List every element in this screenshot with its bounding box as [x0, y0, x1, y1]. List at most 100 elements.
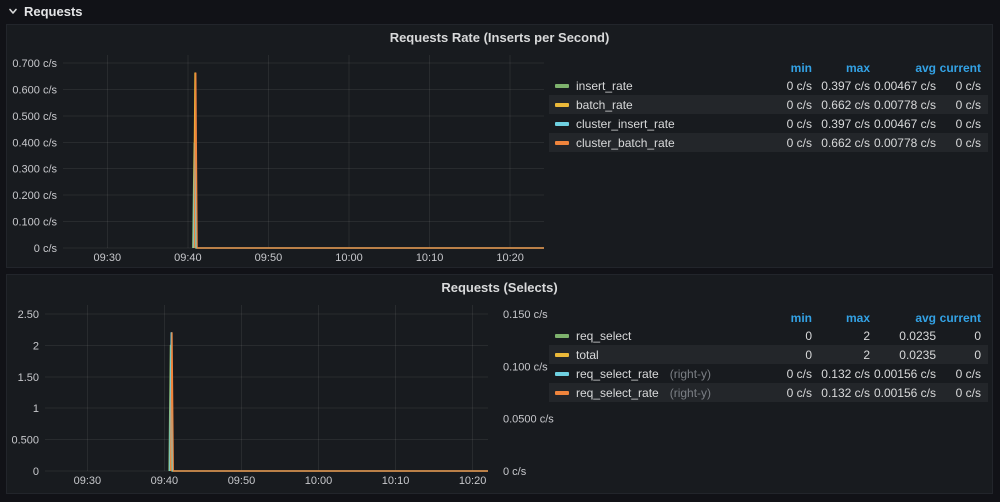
series-name[interactable]: cluster_batch_rate: [576, 136, 675, 150]
legend-value-current: 0 c/s: [936, 367, 988, 381]
legend-value-min: 0 c/s: [752, 98, 812, 112]
legend-value-avg: 0.0235: [870, 329, 936, 343]
x-axis-tick-label: 10:10: [382, 475, 410, 487]
y-axis-tick-label: 0.500 c/s: [12, 111, 57, 123]
legend-col-header-avg[interactable]: avg: [870, 311, 936, 325]
series-color-swatch: [555, 391, 569, 395]
panel-title[interactable]: Requests Rate (Inserts per Second): [7, 30, 992, 45]
series-name[interactable]: req_select: [576, 329, 631, 343]
legend-series-cell: cluster_batch_rate: [549, 136, 752, 150]
chevron-down-icon: [7, 5, 19, 17]
y-axis-tick-label: 0.200 c/s: [12, 190, 57, 202]
series-name[interactable]: total: [576, 348, 599, 362]
series-name[interactable]: insert_rate: [576, 79, 633, 93]
legend-header-row: minmaxavgcurrent: [549, 59, 988, 76]
series-line-req_select_rate: [170, 333, 488, 471]
x-axis-tick-label: 10:10: [416, 252, 444, 264]
legend-value-max: 0.397 c/s: [812, 117, 870, 131]
y-axis-tick-label: 1.50: [18, 372, 39, 384]
y-axis-tick-label: 0: [33, 466, 39, 478]
x-axis-tick-label: 09:30: [74, 475, 102, 487]
legend-series-cell: req_select_rate (right-y): [549, 367, 752, 381]
legend-value-current: 0 c/s: [936, 386, 988, 400]
x-axis-tick-label: 10:00: [305, 475, 333, 487]
y-axis-tick-label: 0.100 c/s: [12, 217, 57, 229]
legend-col-header-max[interactable]: max: [812, 311, 870, 325]
legend-row-batch_rate[interactable]: batch_rate0 c/s0.662 c/s0.00778 c/s0 c/s: [549, 95, 988, 114]
y-axis-tick-label: 0 c/s: [34, 243, 58, 255]
legend-row-total[interactable]: total020.02350: [549, 345, 988, 364]
legend-series-cell: batch_rate: [549, 98, 752, 112]
series-name[interactable]: req_select_rate: [576, 367, 659, 381]
series-name[interactable]: batch_rate: [576, 98, 633, 112]
series-axis-suffix: (right-y): [670, 367, 711, 381]
legend-col-header-avg[interactable]: avg: [870, 61, 936, 75]
x-axis-tick-label: 09:40: [174, 252, 202, 264]
y-axis-tick-label: 2.50: [18, 309, 39, 321]
panel-requests-rate: Requests Rate (Inserts per Second) 0.700…: [6, 24, 993, 268]
legend-value-min: 0 c/s: [752, 117, 812, 131]
x-axis-tick-label: 09:30: [94, 252, 122, 264]
series-color-swatch: [555, 122, 569, 126]
legend-value-min: 0 c/s: [752, 386, 812, 400]
requests-rate-chart[interactable]: 0.700 c/s0.600 c/s0.500 c/s0.400 c/s0.30…: [7, 45, 559, 269]
legend-value-max: 2: [812, 329, 870, 343]
row-title: Requests: [24, 4, 83, 19]
legend-row-req_select_rate[interactable]: req_select_rate(right-y)0 c/s0.132 c/s0.…: [549, 364, 988, 383]
legend-value-current: 0 c/s: [936, 117, 988, 131]
legend-value-max: 0.662 c/s: [812, 98, 870, 112]
legend-value-avg: 0.00467 c/s: [870, 117, 936, 131]
legend-series-cell: req_select: [549, 329, 752, 343]
legend-table: minmaxavgcurrentreq_select020.02350total…: [549, 309, 988, 402]
legend-value-min: 0 c/s: [752, 79, 812, 93]
panel-requests-selects: Requests (Selects) 2.5021.5010.50000.150…: [6, 274, 993, 494]
x-axis-tick-label: 10:00: [335, 252, 363, 264]
x-axis-tick-label: 09:40: [151, 475, 179, 487]
legend-col-header-current[interactable]: current: [936, 61, 988, 75]
requests-selects-chart[interactable]: 2.5021.5010.50000.150 c/s0.100 c/s0.0500…: [7, 295, 559, 495]
legend-col-header-min[interactable]: min: [752, 311, 812, 325]
legend-value-max: 0.397 c/s: [812, 79, 870, 93]
y-axis-tick-label: 0.400 c/s: [12, 137, 57, 149]
legend-value-current: 0: [936, 329, 988, 343]
series-color-swatch: [555, 141, 569, 145]
legend-row-req_select[interactable]: req_select020.02350: [549, 326, 988, 345]
x-axis-tick-label: 09:50: [228, 475, 256, 487]
legend-value-min: 0: [752, 329, 812, 343]
legend-series-cell: cluster_insert_rate: [549, 117, 752, 131]
series-line-req_select_rate: [171, 333, 488, 471]
legend-value-avg: 0.00778 c/s: [870, 98, 936, 112]
legend-series-cell: insert_rate: [549, 79, 752, 93]
series-color-swatch: [555, 334, 569, 338]
legend-value-max: 0.662 c/s: [812, 136, 870, 150]
legend-col-header-min[interactable]: min: [752, 61, 812, 75]
legend-value-avg: 0.0235: [870, 348, 936, 362]
y-axis-tick-label: 0.500: [11, 435, 39, 447]
legend-value-min: 0: [752, 348, 812, 362]
series-name[interactable]: cluster_insert_rate: [576, 117, 675, 131]
series-axis-suffix: (right-y): [670, 386, 711, 400]
legend-value-current: 0 c/s: [936, 79, 988, 93]
legend-row-cluster_batch_rate[interactable]: cluster_batch_rate0 c/s0.662 c/s0.00778 …: [549, 133, 988, 152]
y-axis-tick-label: 0.700 c/s: [12, 58, 57, 70]
legend-table: minmaxavgcurrentinsert_rate0 c/s0.397 c/…: [549, 59, 988, 152]
legend-row-req_select_rate[interactable]: req_select_rate(right-y)0 c/s0.132 c/s0.…: [549, 383, 988, 402]
panel-title[interactable]: Requests (Selects): [7, 280, 992, 295]
series-color-swatch: [555, 372, 569, 376]
row-header-requests[interactable]: Requests: [0, 0, 1000, 22]
x-axis-tick-label: 10:20: [496, 252, 524, 264]
legend-row-insert_rate[interactable]: insert_rate0 c/s0.397 c/s0.00467 c/s0 c/…: [549, 76, 988, 95]
legend-value-min: 0 c/s: [752, 136, 812, 150]
series-name[interactable]: req_select_rate: [576, 386, 659, 400]
legend-row-cluster_insert_rate[interactable]: cluster_insert_rate0 c/s0.397 c/s0.00467…: [549, 114, 988, 133]
x-axis-tick-label: 09:50: [255, 252, 283, 264]
legend-value-avg: 0.00467 c/s: [870, 79, 936, 93]
y-axis-tick-label: 1: [33, 403, 39, 415]
legend-col-header-max[interactable]: max: [812, 61, 870, 75]
x-axis-tick-label: 10:20: [459, 475, 487, 487]
legend-header-row: minmaxavgcurrent: [549, 309, 988, 326]
legend-value-max: 0.132 c/s: [812, 386, 870, 400]
y-axis-tick-label: 0.300 c/s: [12, 164, 57, 176]
legend-col-header-current[interactable]: current: [936, 311, 988, 325]
legend-value-min: 0 c/s: [752, 367, 812, 381]
